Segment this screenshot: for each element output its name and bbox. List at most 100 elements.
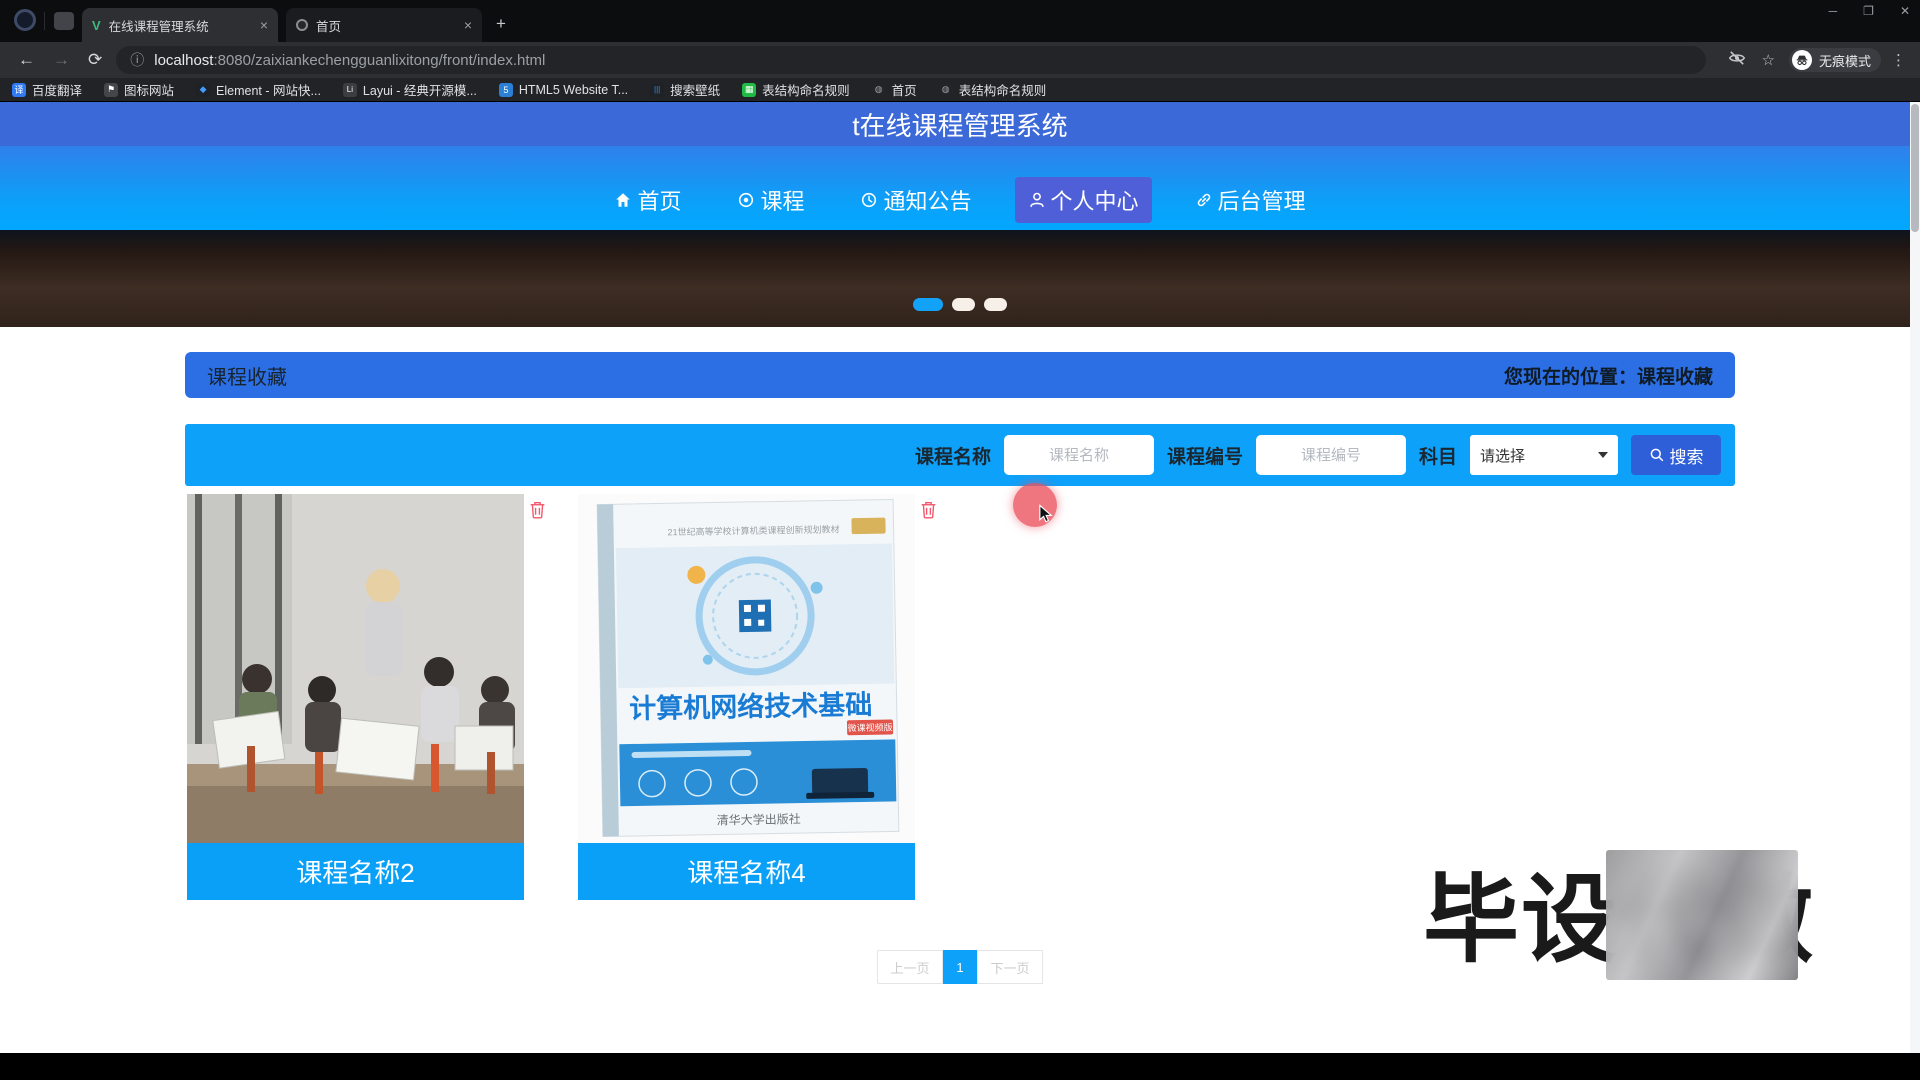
bookmark-star-icon[interactable]: ☆ bbox=[1762, 51, 1775, 69]
address-bar[interactable]: ⓘ localhost :8080/zaixiankechengguanlixi… bbox=[116, 46, 1705, 74]
nav-item-home[interactable]: 首页 bbox=[601, 177, 694, 223]
bookmark-icon: ||| bbox=[650, 83, 664, 97]
breadcrumb: 您现在的位置：课程收藏 bbox=[1504, 362, 1713, 389]
browser-tab-strip: V 在线课程管理系统 × 首页 × + ─ ❐ ✕ bbox=[0, 0, 1920, 42]
course-icon bbox=[737, 191, 755, 209]
pagination-prev[interactable]: 上一页 bbox=[877, 950, 943, 984]
bookmark-label: Element - 网站快... bbox=[216, 80, 321, 99]
book-tag: 微课视频版 bbox=[847, 721, 892, 733]
bookmark-label: HTML5 Website T... bbox=[519, 83, 628, 97]
bookmark-label: 搜索壁纸 bbox=[670, 80, 720, 99]
bookmark-label: 表结构命名规则 bbox=[762, 80, 850, 99]
course-name-input[interactable] bbox=[1004, 435, 1154, 475]
delete-favorite-icon[interactable] bbox=[920, 500, 937, 519]
nav-item-admin[interactable]: 后台管理 bbox=[1182, 177, 1319, 223]
minimize-button[interactable]: ─ bbox=[1829, 4, 1838, 18]
course-card[interactable]: 课程名称2 bbox=[187, 494, 524, 900]
browser-logo-icon[interactable] bbox=[14, 9, 36, 31]
subject-select[interactable]: 请选择 bbox=[1470, 435, 1618, 475]
window-controls: ─ ❐ ✕ bbox=[1829, 4, 1910, 18]
bookmark-icon: ◆ bbox=[196, 83, 210, 97]
course-card-list: 课程名称2 21世纪高等学校计算机类课程创新规划教材 bbox=[185, 494, 1735, 900]
user-icon bbox=[1028, 191, 1046, 209]
search-bar: 课程名称 课程编号 科目 请选择 搜索 bbox=[185, 424, 1735, 486]
mouse-cursor-icon bbox=[1038, 504, 1056, 529]
maximize-button[interactable]: ❐ bbox=[1863, 4, 1874, 18]
workspace-icon[interactable] bbox=[54, 12, 74, 30]
nav-label: 后台管理 bbox=[1218, 184, 1306, 216]
bookmark-table-naming[interactable]: ▦ 表结构命名规则 bbox=[742, 80, 850, 99]
search-button[interactable]: 搜索 bbox=[1631, 435, 1721, 475]
section-header-bar: 课程收藏 您现在的位置：课程收藏 bbox=[185, 352, 1735, 398]
course-card-title[interactable]: 课程名称2 bbox=[187, 843, 524, 900]
search-icon bbox=[1649, 447, 1665, 463]
url-host: localhost bbox=[154, 52, 213, 69]
bookmark-wallpaper[interactable]: ||| 搜索壁纸 bbox=[650, 80, 720, 99]
menu-dots-icon[interactable]: ⋮ bbox=[1891, 51, 1906, 69]
reload-button[interactable]: ⟳ bbox=[88, 50, 102, 70]
bookmark-icon: ▦ bbox=[742, 83, 756, 97]
course-name-label: 课程名称 bbox=[915, 442, 991, 469]
home-icon bbox=[614, 191, 632, 209]
pagination-page-1[interactable]: 1 bbox=[943, 950, 977, 984]
scrollbar[interactable] bbox=[1910, 102, 1920, 1053]
bookmark-table-naming-2[interactable]: ◍ 表结构命名规则 bbox=[939, 80, 1047, 99]
tab-title: 在线课程管理系统 bbox=[109, 16, 252, 35]
course-card-title[interactable]: 课程名称4 bbox=[578, 843, 915, 900]
tab-close-icon[interactable]: × bbox=[464, 17, 472, 33]
tab-course-system[interactable]: V 在线课程管理系统 × bbox=[82, 8, 278, 42]
bookmark-homepage[interactable]: ◍ 首页 bbox=[872, 80, 917, 99]
letterbox-bottom bbox=[0, 1053, 1920, 1080]
bookmark-icon: Li bbox=[343, 83, 357, 97]
new-tab-button[interactable]: + bbox=[496, 14, 506, 34]
carousel-dot-2[interactable] bbox=[952, 298, 975, 311]
bookmark-element[interactable]: ◆ Element - 网站快... bbox=[196, 80, 321, 99]
bookmark-baidu-translate[interactable]: 译 百度翻译 bbox=[12, 80, 82, 99]
nav-label: 首页 bbox=[637, 184, 681, 216]
book-title: 计算机网络技术基础 bbox=[629, 689, 873, 724]
bookmarks-bar: 译 百度翻译 ⚑ 图标网站 ◆ Element - 网站快... Li Layu… bbox=[0, 78, 1920, 102]
bookmark-layui[interactable]: Li Layui - 经典开源模... bbox=[343, 80, 477, 99]
bookmark-icon: 5 bbox=[499, 83, 513, 97]
course-card[interactable]: 21世纪高等学校计算机类课程创新规划教材 bbox=[578, 494, 915, 900]
nav-item-notices[interactable]: 通知公告 bbox=[847, 177, 984, 223]
globe-icon: ◍ bbox=[872, 83, 886, 97]
site-title: t在线课程管理系统 bbox=[852, 106, 1067, 143]
pagination-next[interactable]: 下一页 bbox=[977, 950, 1043, 984]
course-image-textbook: 21世纪高等学校计算机类课程创新规划教材 bbox=[578, 494, 915, 843]
scrollbar-thumb[interactable] bbox=[1911, 104, 1919, 232]
browser-toolbar: ← → ⟳ ⓘ localhost :8080/zaixiankechenggu… bbox=[0, 42, 1920, 78]
eye-off-icon[interactable] bbox=[1728, 49, 1746, 71]
bookmark-icon: ⚑ bbox=[104, 83, 118, 97]
bookmark-icon-site[interactable]: ⚑ 图标网站 bbox=[104, 80, 174, 99]
page-viewport: t在线课程管理系统 首页 课程 通知公告 个人中心 后台管理 bbox=[0, 102, 1920, 1053]
site-nav: 首页 课程 通知公告 个人中心 后台管理 bbox=[0, 146, 1920, 230]
chevron-down-icon bbox=[1598, 452, 1608, 458]
carousel-dot-3[interactable] bbox=[984, 298, 1007, 311]
tab-close-icon[interactable]: × bbox=[260, 17, 268, 33]
carousel-dots bbox=[913, 298, 1007, 311]
vue-favicon-icon: V bbox=[92, 18, 101, 33]
back-button[interactable]: ← bbox=[18, 50, 35, 70]
delete-favorite-icon[interactable] bbox=[529, 500, 546, 519]
carousel-dot-1[interactable] bbox=[913, 298, 943, 311]
bookmark-html5[interactable]: 5 HTML5 Website T... bbox=[499, 83, 628, 97]
forward-button[interactable]: → bbox=[53, 50, 70, 70]
tab-home[interactable]: 首页 × bbox=[286, 8, 482, 42]
incognito-badge: 无痕模式 bbox=[1789, 48, 1881, 72]
globe-favicon-icon bbox=[296, 19, 308, 31]
bookmark-label: 图标网站 bbox=[124, 80, 174, 99]
watermark-blur-overlay bbox=[1606, 850, 1798, 980]
subject-select-value: 请选择 bbox=[1480, 445, 1525, 466]
nav-item-courses[interactable]: 课程 bbox=[724, 177, 817, 223]
page-info-icon[interactable]: ⓘ bbox=[130, 50, 144, 70]
section-title: 课程收藏 bbox=[207, 361, 287, 390]
close-window-button[interactable]: ✕ bbox=[1900, 4, 1910, 18]
bookmark-label: Layui - 经典开源模... bbox=[363, 80, 477, 99]
link-icon bbox=[1195, 191, 1213, 209]
screen: V 在线课程管理系统 × 首页 × + ─ ❐ ✕ ← → ⟳ ⓘ localh… bbox=[0, 0, 1920, 1080]
nav-label: 通知公告 bbox=[883, 184, 971, 216]
course-code-label: 课程编号 bbox=[1167, 442, 1243, 469]
nav-item-personal-center[interactable]: 个人中心 bbox=[1015, 177, 1152, 223]
course-code-input[interactable] bbox=[1256, 435, 1406, 475]
